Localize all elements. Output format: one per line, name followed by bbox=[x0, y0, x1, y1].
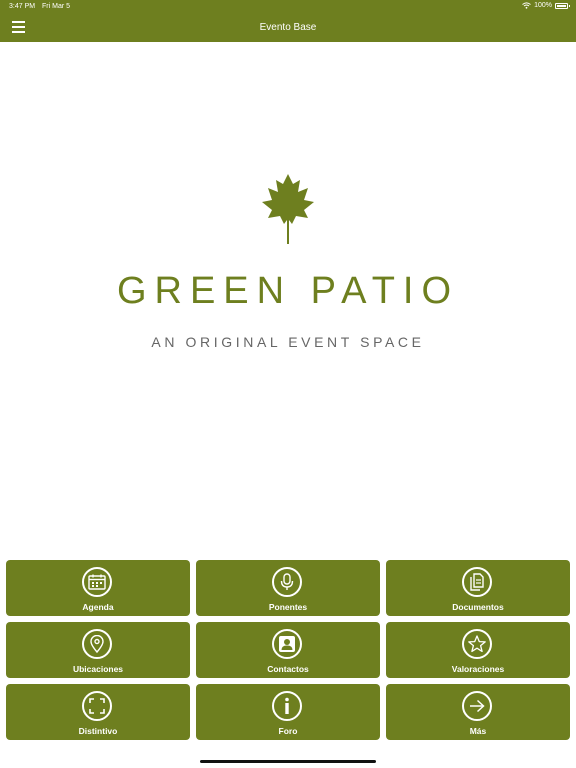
battery-icon bbox=[555, 2, 570, 9]
tile-label: Ubicaciones bbox=[72, 664, 124, 674]
status-time: 3:47 PM bbox=[9, 3, 36, 10]
status-date: Fri Mar 5 bbox=[42, 3, 70, 10]
status-right: 100% bbox=[522, 2, 570, 9]
tile-documentos[interactable]: Documentos bbox=[386, 560, 570, 616]
contact-person-icon bbox=[272, 629, 302, 659]
arrow-right-icon bbox=[462, 691, 492, 721]
info-icon bbox=[272, 691, 302, 721]
documents-icon bbox=[462, 567, 492, 597]
tile-label: Ponentes bbox=[268, 602, 308, 612]
tile-label: Contactos bbox=[267, 664, 309, 674]
tile-ubicaciones[interactable]: Ubicaciones bbox=[6, 622, 190, 678]
tile-distintivo[interactable]: Distintivo bbox=[6, 684, 190, 740]
location-pin-icon bbox=[82, 629, 112, 659]
tile-contactos[interactable]: Contactos bbox=[196, 622, 380, 678]
tile-label: Agenda bbox=[82, 602, 114, 612]
status-bar: 3:47 PM Fri Mar 5 100% bbox=[0, 0, 576, 14]
leaf-icon bbox=[262, 174, 314, 244]
star-icon bbox=[462, 629, 492, 659]
calendar-icon bbox=[82, 567, 112, 597]
tile-mas[interactable]: Más bbox=[386, 684, 570, 740]
tile-label: Más bbox=[469, 726, 487, 736]
tile-foro[interactable]: Foro bbox=[196, 684, 380, 740]
hero-branding: GREEN PATIO AN ORIGINAL EVENT SPACE bbox=[0, 42, 576, 542]
tile-label: Distintivo bbox=[78, 726, 118, 736]
navigation-bar: Evento Base bbox=[0, 14, 576, 42]
badge-scan-icon bbox=[82, 691, 112, 721]
tile-label: Foro bbox=[278, 726, 298, 736]
tile-label: Documentos bbox=[452, 602, 504, 612]
page-title: Evento Base bbox=[259, 22, 317, 33]
tile-valoraciones[interactable]: Valoraciones bbox=[386, 622, 570, 678]
tile-agenda[interactable]: Agenda bbox=[6, 560, 190, 616]
wifi-icon bbox=[522, 2, 531, 9]
tile-ponentes[interactable]: Ponentes bbox=[196, 560, 380, 616]
brand-tagline: AN ORIGINAL EVENT SPACE bbox=[151, 334, 425, 350]
battery-percent: 100% bbox=[534, 2, 552, 9]
tile-label: Valoraciones bbox=[451, 664, 505, 674]
brand-name: GREEN PATIO bbox=[116, 270, 460, 312]
microphone-icon bbox=[272, 567, 302, 597]
home-indicator[interactable] bbox=[200, 760, 376, 763]
